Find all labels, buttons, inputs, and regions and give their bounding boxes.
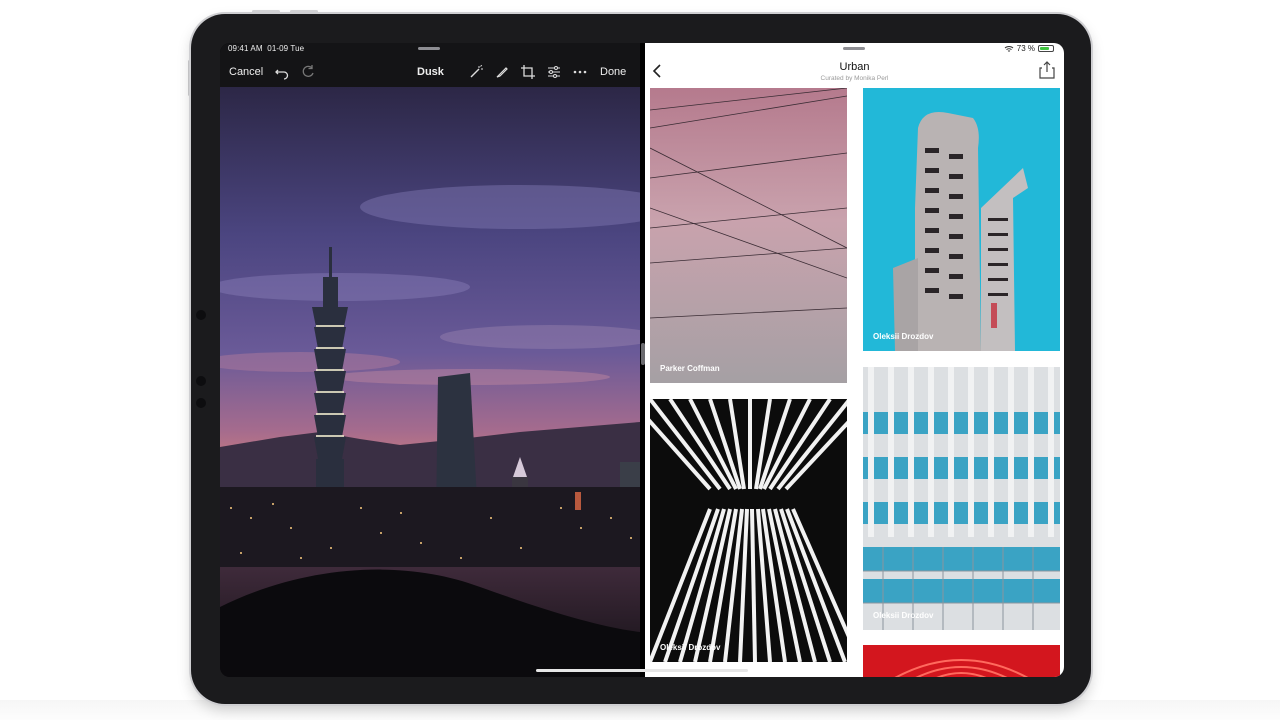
battery-percent: 73 % <box>1016 44 1035 53</box>
collection-nav-bar: Urban Curated by Monika Perl <box>645 57 1064 87</box>
status-indicators: 73 % <box>1004 44 1054 53</box>
photo-tile[interactable]: Oleksii Drozdov <box>863 367 1060 630</box>
battery-fill <box>1040 47 1049 50</box>
facade-image <box>863 367 1060 630</box>
multitask-grabber[interactable] <box>843 47 865 50</box>
stripes-image <box>650 399 847 662</box>
split-view-handle[interactable] <box>640 343 645 365</box>
wifi-icon <box>1004 45 1014 52</box>
done-button[interactable]: Done <box>600 66 626 78</box>
screen: 09:41 AM 01-09 Tue Cancel Dusk Done 73 %… <box>220 43 1064 677</box>
photo-credit: Parker Coffman <box>660 364 720 373</box>
top-button <box>252 10 280 13</box>
cancel-button[interactable]: Cancel <box>229 66 263 78</box>
photo-editor-pane: 09:41 AM 01-09 Tue Cancel Dusk Done <box>220 43 640 677</box>
brush-icon[interactable] <box>494 64 510 80</box>
collection-title: Urban <box>839 61 870 73</box>
sensor-dot <box>196 376 206 386</box>
sensor-dot <box>196 310 206 320</box>
undo-icon[interactable] <box>274 64 290 80</box>
cyan-tower-image <box>863 88 1060 351</box>
status-date: 01-09 Tue <box>267 44 305 53</box>
sensor-dot <box>196 398 206 408</box>
red-arches-image <box>863 645 1060 677</box>
redo-icon[interactable] <box>300 64 316 80</box>
status-time-date: 09:41 AM 01-09 Tue <box>228 44 304 53</box>
crop-icon[interactable] <box>520 64 536 80</box>
home-indicator[interactable] <box>536 669 748 672</box>
editor-toolbar: Cancel Dusk Done <box>220 57 640 87</box>
wires-sky-image <box>650 88 847 383</box>
status-time: 09:41 AM <box>228 44 263 53</box>
collection-pane: 73 % Urban Curated by Monika Perl Parker… <box>645 43 1064 677</box>
scene: 09:41 AM 01-09 Tue Cancel Dusk Done 73 %… <box>0 0 1280 720</box>
photo-credit: Oleksii Drozdov <box>873 332 934 341</box>
photo-tile[interactable]: Parker Coffman <box>650 88 847 383</box>
adjust-icon[interactable] <box>546 64 562 80</box>
top-button <box>290 10 318 13</box>
dusk-cityscape-photo[interactable] <box>220 87 640 677</box>
photo-credit: Oleksii Drozdov <box>660 643 721 652</box>
photo-tile[interactable]: Oleksii Drozdov <box>650 399 847 662</box>
more-icon[interactable] <box>572 64 588 80</box>
photo-tile[interactable]: Oleksii Drozdov <box>863 88 1060 351</box>
photo-tile[interactable] <box>863 645 1060 677</box>
editor-title: Dusk <box>417 66 444 78</box>
multitask-grabber[interactable] <box>418 47 440 50</box>
magic-wand-icon[interactable] <box>468 64 484 80</box>
collection-subtitle: Curated by Monika Perl <box>820 75 889 82</box>
battery-icon <box>1038 45 1054 52</box>
photo-credit: Oleksii Drozdov <box>873 611 934 620</box>
share-icon[interactable] <box>1038 60 1056 80</box>
